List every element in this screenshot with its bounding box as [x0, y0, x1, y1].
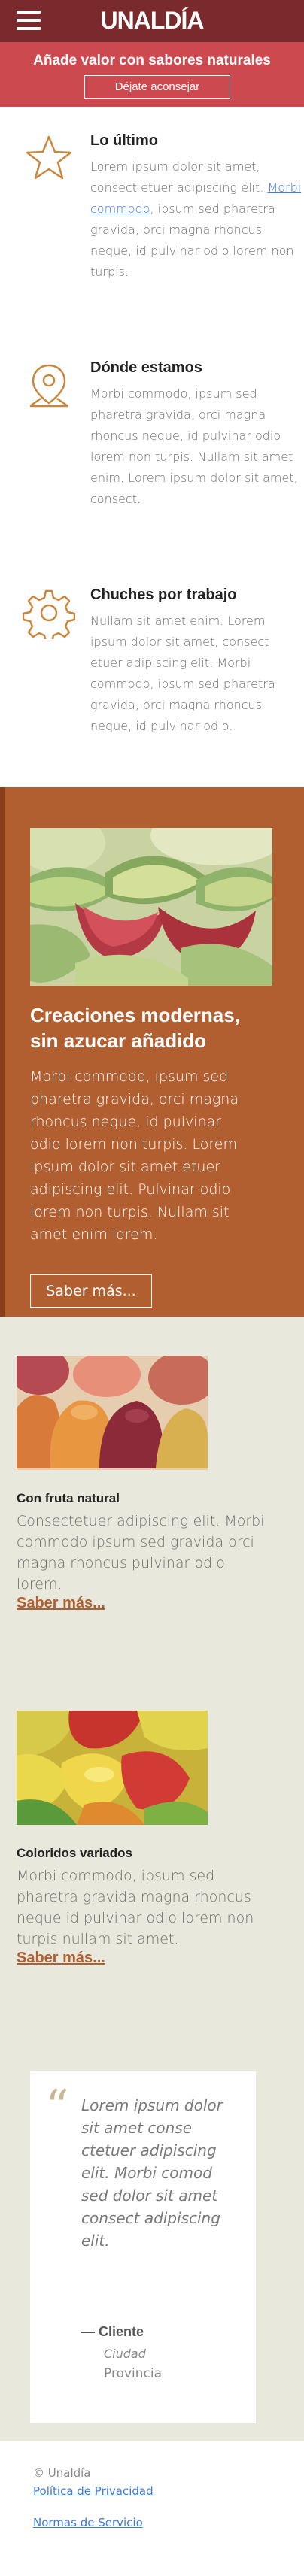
card-title: Coloridos variados	[17, 1846, 132, 1860]
author-name: — Cliente	[81, 2324, 144, 2339]
quote-icon: “	[45, 2079, 69, 2134]
map-pin-icon	[29, 364, 68, 408]
gear-icon	[23, 589, 75, 639]
highlight-title: Creaciones modernas, sin azucar añadido	[30, 1004, 240, 1052]
top-bar: UNALDÍA	[0, 0, 304, 42]
candy-melon-photo	[30, 828, 272, 986]
gummy-candy-photo	[17, 1711, 208, 1825]
footer: © Unaldía Política de Privacidad Normas …	[33, 2466, 289, 2529]
feature-latest: Lo último Lorem ipsum dolor sit amet, co…	[0, 132, 304, 328]
card-title: Con fruta natural	[17, 1491, 120, 1505]
terms-link[interactable]: Normas de Servicio	[33, 2516, 289, 2529]
fruit-candy-photo	[17, 1356, 208, 1470]
feature-text: Lorem ipsum dolor sit amet, consect etue…	[90, 159, 302, 279]
feature-jobs: Chuches por trabajo Nullam sit amet enim…	[0, 586, 304, 782]
card-read-more-link[interactable]: Saber más...	[17, 1595, 105, 1612]
highlight-section: Creaciones modernas, sin azucar añadido …	[0, 787, 304, 1317]
promo-banner: Añade valor con sabores naturales Déjate…	[0, 42, 304, 107]
feature-text: Morbi commodo, ipsum sed pharetra gravid…	[90, 386, 298, 506]
feature-title: Dónde estamos	[90, 359, 202, 376]
testimonial-author: — Cliente Ciudad Provincia	[81, 2324, 247, 2381]
product-card-colors: Coloridos variados Morbi commodo, ipsum …	[17, 1711, 287, 1981]
author-province: Provincia	[104, 2366, 163, 2381]
feature-title: Chuches por trabajo	[90, 586, 237, 603]
author-city: Ciudad	[104, 2347, 146, 2361]
copyright: © Unaldía	[33, 2466, 91, 2480]
feature-location: Dónde estamos Morbi commodo, ipsum sed p…	[0, 359, 304, 555]
section-edge	[0, 787, 5, 1317]
read-more-button[interactable]: Saber más...	[30, 1274, 152, 1308]
feature-title: Lo último	[90, 132, 158, 149]
testimonial-card: “ Lorem ipsum dolor sit amet conse ctetu…	[30, 2071, 256, 2423]
testimonial-text: Lorem ipsum dolor sit amet conse ctetuer…	[81, 2096, 223, 2250]
card-text: Consectetuer adipiscing elit. Morbi comm…	[17, 1513, 265, 1593]
product-card-fruit: Con fruta natural Consectetuer adipiscin…	[17, 1356, 287, 1626]
promo-text: Añade valor con sabores naturales	[33, 53, 271, 68]
promo-button[interactable]: Déjate aconsejar	[84, 75, 230, 99]
card-text: Morbi commodo, ipsum sed pharetra gravid…	[17, 1868, 254, 1947]
star-icon	[26, 135, 72, 180]
privacy-link[interactable]: Política de Privacidad	[33, 2484, 289, 2498]
brand-logo[interactable]: UNALDÍA	[0, 7, 304, 35]
card-read-more-link[interactable]: Saber más...	[17, 1950, 105, 1967]
feature-text: Nullam sit amet enim. Lorem ipsum dolor …	[90, 614, 275, 733]
highlight-text: Morbi commodo, ipsum sed pharetra gravid…	[30, 1068, 239, 1243]
